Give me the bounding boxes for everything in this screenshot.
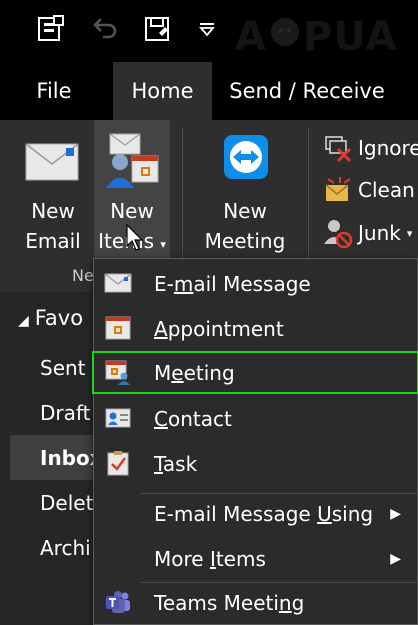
tab-home[interactable]: Home (113, 62, 212, 120)
ribbon-tabs: File Home Send / Receive (0, 62, 418, 120)
label-accesskey: U (317, 501, 332, 526)
label-accesskey: e (171, 360, 184, 385)
menu-item-label: E-mail Message Using (154, 502, 373, 526)
menu-item-label: Task (154, 452, 197, 476)
watermark-logo: A PUAL (235, 8, 418, 67)
label-accesskey: C (154, 406, 168, 431)
teams-icon (106, 591, 130, 613)
menu-item-label: Teams Meeting (154, 591, 304, 615)
tab-send-receive[interactable]: Send / Receive (222, 62, 392, 120)
svg-text:PUAL: PUAL (303, 14, 400, 58)
label-part: ail Message (193, 271, 311, 296)
contact-icon (105, 408, 131, 428)
clean-up-button[interactable]: Clean (322, 171, 415, 209)
clean-up-icon (325, 177, 351, 201)
label-part: E-mail Message (154, 501, 318, 526)
menu-item-contact[interactable]: Contact (94, 397, 417, 440)
menu-item-appointment[interactable]: Appointment (94, 307, 417, 350)
label-part: ppointment (167, 316, 284, 341)
ribbon-group-label: Ne (72, 266, 94, 285)
new-email-label-2: Email (25, 229, 81, 253)
chevron-down-icon: ▾ (160, 238, 166, 251)
menu-item-more-items[interactable]: More Items ▶ (94, 537, 417, 580)
svg-text:A: A (235, 14, 267, 58)
ignore-icon (325, 136, 352, 163)
folder-sent[interactable]: Sent (40, 356, 86, 380)
meeting-icon (105, 360, 130, 385)
new-items-icon (106, 133, 159, 188)
email-icon (104, 273, 132, 293)
mouse-cursor-icon (126, 224, 144, 251)
favorites-header[interactable]: ◢ Favo (18, 306, 83, 330)
new-items-menu: E-mail Message Appointment Meeting Conta (92, 258, 418, 625)
new-email-button[interactable]: New Email (14, 120, 92, 260)
menu-item-label: E-mail Message (154, 272, 311, 296)
label-part: tems (215, 546, 266, 571)
teamviewer-icon (224, 135, 268, 179)
quick-access-toolbar: A PUAL (0, 0, 418, 62)
label-accesskey: A (154, 316, 168, 341)
customize-dropdown-icon[interactable] (190, 12, 224, 46)
tab-file[interactable]: File (22, 62, 86, 120)
menu-item-label: Meeting (154, 361, 235, 385)
menu-item-teams-meeting[interactable]: Teams Meeting (94, 581, 417, 624)
ignore-label: Ignore (358, 136, 418, 160)
undo-icon[interactable] (88, 12, 122, 46)
folder-pane: ◢ Favo Sent Draft Inbox Delet Archi (0, 292, 103, 625)
menu-item-label: Appointment (154, 317, 284, 341)
label-part: g (291, 590, 305, 615)
new-items-button[interactable]: New Items ▾ (94, 120, 170, 260)
label-part: ontact (167, 406, 232, 431)
menu-item-email-message[interactable]: E-mail Message (94, 262, 417, 305)
menu-item-label: Contact (154, 407, 232, 431)
task-icon (107, 451, 129, 476)
label-accesskey: T (154, 451, 163, 476)
chevron-down-icon: ▾ (406, 226, 413, 240)
label-part: sing (331, 501, 374, 526)
label-part: eting (183, 360, 235, 385)
favorites-label: Favo (34, 306, 84, 330)
submenu-arrow-icon: ▶ (390, 550, 401, 567)
collapse-triangle-icon: ◢ (18, 313, 29, 329)
label-part: ask (162, 451, 198, 476)
folder-deleted[interactable]: Delet (40, 491, 93, 515)
new-items-label-1: New (110, 199, 154, 223)
label-accesskey: m (173, 271, 194, 296)
calendar-icon (105, 316, 131, 340)
new-meeting-button[interactable]: New Meeting (196, 120, 294, 260)
junk-label: Junk (358, 221, 401, 245)
new-meeting-label-1: New (223, 199, 267, 223)
envelope-icon (25, 143, 79, 181)
junk-icon (324, 220, 353, 248)
folder-archive[interactable]: Archi (40, 536, 91, 560)
menu-item-email-message-using[interactable]: E-mail Message Using ▶ (94, 492, 417, 535)
label-part: Teams Meeti (154, 590, 279, 615)
label-accesskey: n (278, 590, 292, 615)
junk-button[interactable]: Junk ▾ (322, 214, 412, 252)
new-email-label-1: New (31, 199, 75, 223)
label-part: E- (154, 271, 174, 296)
new-meeting-label-2: Meeting (204, 229, 286, 253)
label-part: More (154, 546, 210, 571)
folder-drafts[interactable]: Draft (40, 401, 90, 425)
menu-item-label: More Items (154, 547, 266, 571)
ignore-button[interactable]: Ignore (322, 129, 418, 167)
save-icon[interactable] (140, 12, 174, 46)
send-receive-all-icon[interactable] (34, 12, 68, 46)
menu-item-meeting[interactable]: Meeting (92, 351, 418, 394)
menu-item-task[interactable]: Task (94, 442, 417, 485)
submenu-arrow-icon: ▶ (390, 505, 401, 522)
clean-up-label: Clean (358, 178, 415, 202)
label-part: M (154, 360, 172, 385)
